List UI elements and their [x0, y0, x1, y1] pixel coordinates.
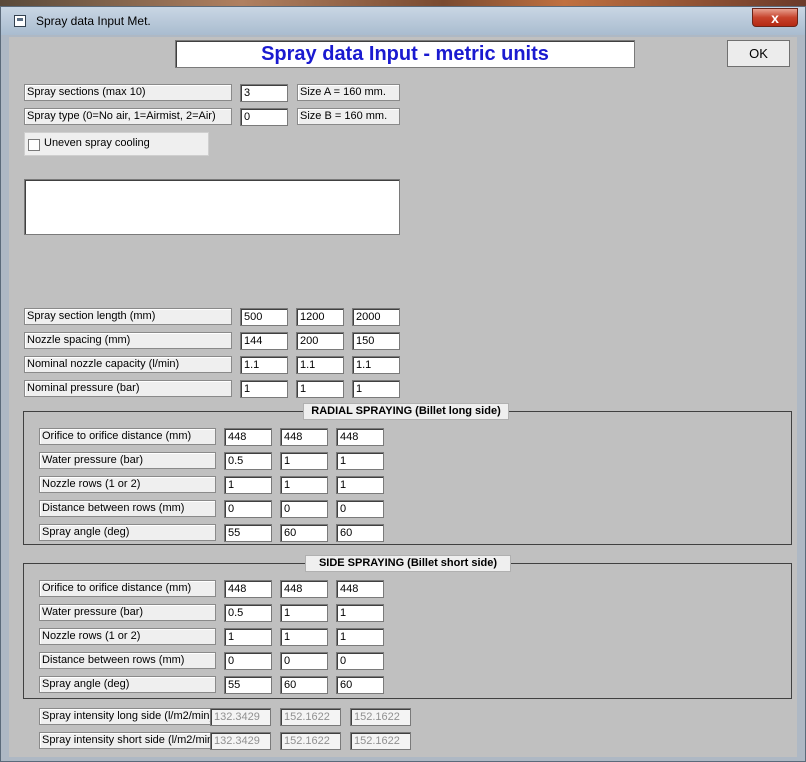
spray-intensity-input[interactable]: 152.1622 — [280, 732, 341, 750]
section-param-input[interactable]: 1 — [352, 380, 400, 398]
side-param-input[interactable]: 1 — [280, 604, 328, 622]
section-param-input[interactable]: 150 — [352, 332, 400, 350]
spray-intensity-input[interactable]: 152.1622 — [350, 732, 411, 750]
side-param-input[interactable]: 448 — [280, 580, 328, 598]
size-a-label: Size A = 160 mm. — [297, 84, 400, 101]
window-title: Spray data Input Met. — [36, 14, 151, 28]
section-param-input[interactable]: 500 — [240, 308, 288, 326]
side-param-label: Orifice to orifice distance (mm) — [39, 580, 216, 597]
radial-param-input[interactable]: 1 — [224, 476, 272, 494]
spray-sections-label: Spray sections (max 10) — [24, 84, 232, 101]
section-param-input[interactable]: 1 — [296, 380, 344, 398]
radial-param-input[interactable]: 0.5 — [224, 452, 272, 470]
radial-param-label: Orifice to orifice distance (mm) — [39, 428, 216, 445]
side-param-label: Water pressure (bar) — [39, 604, 216, 621]
spray-intensity-input[interactable]: 132.3429 — [210, 708, 271, 726]
notes-textbox[interactable] — [24, 179, 400, 235]
radial-param-input[interactable]: 1 — [336, 476, 384, 494]
radial-param-input[interactable]: 0 — [336, 500, 384, 518]
page-title: Spray data Input - metric units — [261, 43, 549, 65]
section-param-input[interactable]: 1200 — [296, 308, 344, 326]
radial-param-input[interactable]: 1 — [336, 452, 384, 470]
section-param-input[interactable]: 1.1 — [240, 356, 288, 374]
side-param-label: Distance between rows (mm) — [39, 652, 216, 669]
radial-param-label: Nozzle rows (1 or 2) — [39, 476, 216, 493]
side-param-input[interactable]: 60 — [336, 676, 384, 694]
radial-spraying-title: RADIAL SPRAYING (Billet long side) — [303, 403, 509, 420]
radial-param-input[interactable]: 60 — [336, 524, 384, 542]
uneven-spray-cooling-option[interactable]: Uneven spray cooling — [24, 132, 209, 156]
spray-type-label: Spray type (0=No air, 1=Airmist, 2=Air) — [24, 108, 232, 125]
title-bar[interactable]: Spray data Input Met. x — [1, 7, 805, 35]
side-param-input[interactable]: 60 — [280, 676, 328, 694]
section-param-input[interactable]: 144 — [240, 332, 288, 350]
side-param-input[interactable]: 1 — [336, 628, 384, 646]
radial-param-input[interactable]: 1 — [280, 452, 328, 470]
section-param-label: Nozzle spacing (mm) — [24, 332, 232, 349]
side-param-label: Nozzle rows (1 or 2) — [39, 628, 216, 645]
section-param-input[interactable]: 200 — [296, 332, 344, 350]
side-param-label: Spray angle (deg) — [39, 676, 216, 693]
radial-param-label: Distance between rows (mm) — [39, 500, 216, 517]
app-window-icon[interactable] — [14, 15, 26, 27]
close-button[interactable]: x — [752, 8, 798, 27]
spray-sections-input[interactable]: 3 — [240, 84, 288, 102]
spray-intensity-input[interactable]: 132.3429 — [210, 732, 271, 750]
radial-param-label: Spray angle (deg) — [39, 524, 216, 541]
section-param-label: Nominal pressure (bar) — [24, 380, 232, 397]
section-param-label: Nominal nozzle capacity (l/min) — [24, 356, 232, 373]
radial-param-input[interactable]: 0 — [280, 500, 328, 518]
side-param-input[interactable]: 1 — [336, 604, 384, 622]
spray-intensity-label: Spray intensity long side (l/m2/min) — [39, 708, 216, 725]
section-param-input[interactable]: 1.1 — [352, 356, 400, 374]
side-param-input[interactable]: 448 — [336, 580, 384, 598]
side-param-input[interactable]: 1 — [280, 628, 328, 646]
section-param-input[interactable]: 1 — [240, 380, 288, 398]
radial-param-input[interactable]: 448 — [280, 428, 328, 446]
spray-type-input[interactable]: 0 — [240, 108, 288, 126]
spray-intensity-input[interactable]: 152.1622 — [350, 708, 411, 726]
side-param-input[interactable]: 1 — [224, 628, 272, 646]
spray-intensity-label: Spray intensity short side (l/m2/min) — [39, 732, 216, 749]
section-param-input[interactable]: 2000 — [352, 308, 400, 326]
side-param-input[interactable]: 0 — [280, 652, 328, 670]
side-param-input[interactable]: 55 — [224, 676, 272, 694]
side-spraying-title: SIDE SPRAYING (Billet short side) — [305, 555, 511, 572]
spray-intensity-input[interactable]: 152.1622 — [280, 708, 341, 726]
section-param-label: Spray section length (mm) — [24, 308, 232, 325]
uneven-spray-cooling-checkbox[interactable] — [28, 139, 40, 151]
page-title-box: Spray data Input - metric units — [175, 40, 635, 68]
radial-param-input[interactable]: 448 — [336, 428, 384, 446]
uneven-spray-cooling-label: Uneven spray cooling — [44, 137, 150, 149]
side-param-input[interactable]: 0 — [336, 652, 384, 670]
radial-param-input[interactable]: 60 — [280, 524, 328, 542]
side-param-input[interactable]: 0.5 — [224, 604, 272, 622]
ok-button[interactable]: OK — [727, 40, 790, 67]
side-param-input[interactable]: 448 — [224, 580, 272, 598]
dialog-window: Spray data Input Met. x Spray data Input… — [0, 6, 806, 762]
dialog-client-area: Spray data Input - metric units OK Spray… — [9, 37, 797, 757]
radial-param-input[interactable]: 1 — [280, 476, 328, 494]
radial-param-input[interactable]: 448 — [224, 428, 272, 446]
section-param-input[interactable]: 1.1 — [296, 356, 344, 374]
radial-param-input[interactable]: 0 — [224, 500, 272, 518]
radial-param-input[interactable]: 55 — [224, 524, 272, 542]
radial-param-label: Water pressure (bar) — [39, 452, 216, 469]
side-param-input[interactable]: 0 — [224, 652, 272, 670]
size-b-label: Size B = 160 mm. — [297, 108, 400, 125]
